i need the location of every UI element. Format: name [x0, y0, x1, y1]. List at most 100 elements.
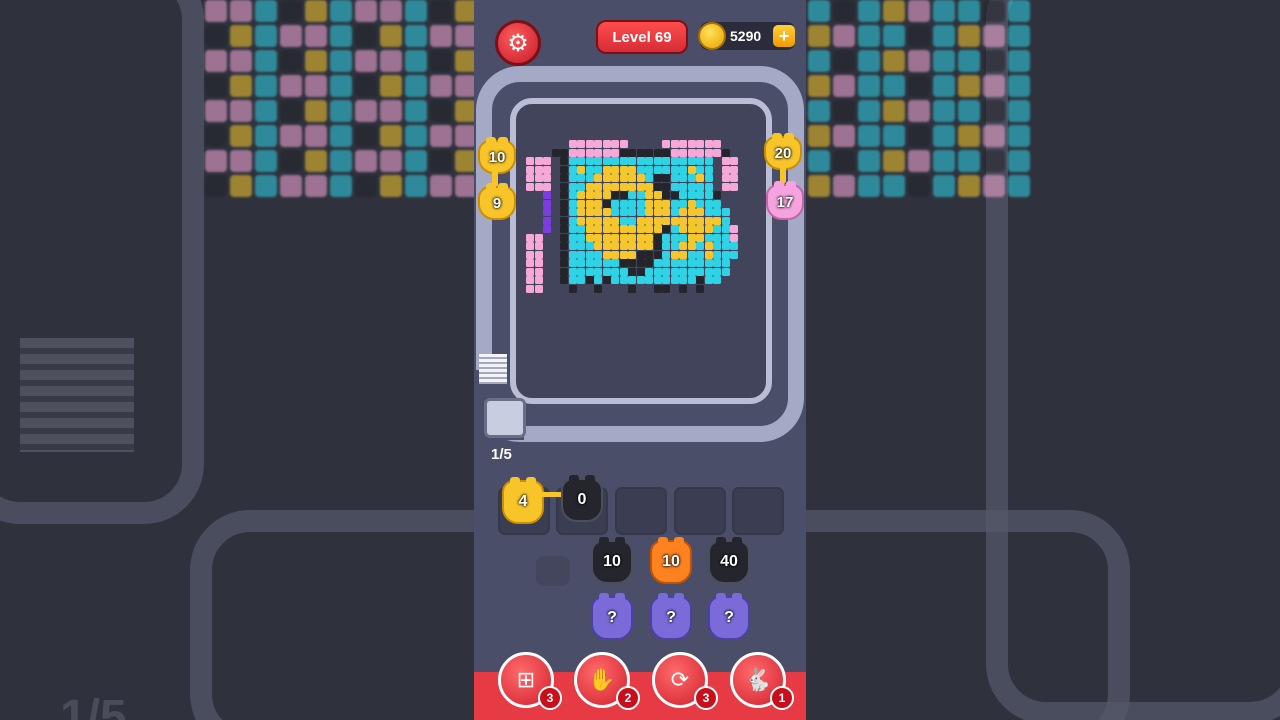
pixel-block [602, 182, 611, 191]
background-block [255, 75, 277, 97]
background-block [1008, 75, 1030, 97]
pixel-block [611, 208, 619, 216]
background-block [833, 175, 855, 197]
pixel-block [619, 242, 628, 250]
pixel-block [687, 191, 696, 199]
pixel-block [543, 216, 551, 225]
background-block [305, 150, 327, 172]
waiting-pig-3[interactable]: 40 [708, 537, 750, 584]
empty-queue-spot [536, 556, 570, 586]
pixel-block [730, 191, 738, 199]
pixel-block [526, 157, 534, 165]
pixel-block [713, 216, 721, 225]
active-pig-yellow[interactable]: 4 [502, 477, 544, 524]
pixel-block [679, 165, 687, 174]
pixel-block [687, 225, 696, 233]
pixel-block [713, 242, 721, 250]
pixel-block [730, 268, 738, 276]
background-block [405, 50, 427, 72]
background-block [405, 100, 427, 122]
pixel-block [577, 174, 585, 182]
background-block [430, 25, 452, 47]
waiting-pig-2[interactable]: 10 [650, 537, 692, 584]
pixel-block [670, 191, 679, 199]
background-block [230, 0, 252, 22]
pixel-block [721, 182, 730, 191]
background-block [958, 150, 980, 172]
pixel-block [602, 225, 611, 233]
background-block [983, 100, 1005, 122]
pixel-block [585, 199, 594, 208]
background-block [430, 100, 452, 122]
pixel-block [535, 225, 543, 233]
pixel-block [662, 199, 670, 208]
pixel-block [670, 199, 679, 208]
add-coins-button[interactable]: + [773, 25, 795, 47]
pig-value: 20 [774, 144, 792, 162]
pixel-block [696, 182, 704, 191]
pixel-block [687, 182, 696, 191]
background-block [808, 150, 830, 172]
pixel-block [670, 259, 679, 267]
background-block [983, 25, 1005, 47]
pixel-block [543, 259, 551, 267]
pixel-block [645, 148, 653, 157]
pixel-block [645, 199, 653, 208]
pixel-block [602, 199, 611, 208]
pixel-block [713, 267, 721, 276]
pixel-block [653, 267, 662, 276]
pixel-block [611, 250, 619, 259]
settings-button[interactable]: ⚙ [495, 20, 541, 66]
pixel-block [722, 140, 730, 148]
pixel-block [628, 242, 636, 250]
background-block [330, 50, 352, 72]
pixel-block [696, 208, 704, 216]
pixel-block [662, 148, 670, 157]
pixel-block [696, 165, 704, 174]
waiting-pig-1[interactable]: 10 [591, 537, 633, 584]
active-pig-black[interactable]: 0 [561, 475, 603, 522]
pixel-block [713, 285, 721, 293]
pixel-block [653, 191, 662, 199]
background-track-lower-right [806, 510, 1130, 720]
background-block [280, 150, 302, 172]
pig-value: 40 [720, 553, 738, 570]
pixel-block [679, 242, 687, 250]
pixel-block [670, 250, 679, 259]
pixel-block [619, 250, 628, 259]
pixel-block [645, 165, 653, 174]
background-block [330, 150, 352, 172]
background-counter-text: 1/5 [60, 691, 127, 720]
pig-value: 17 [776, 193, 794, 211]
pixel-block [636, 233, 645, 242]
pixel-block [602, 174, 611, 182]
background-block [933, 25, 955, 47]
pixel-block [670, 233, 679, 242]
pixel-block [628, 165, 636, 174]
pixel-block [705, 285, 713, 293]
pixel-block [594, 233, 602, 242]
pixel-block [534, 174, 543, 182]
pixel-block [585, 216, 594, 225]
background-block [858, 125, 880, 147]
pixel-block [730, 259, 738, 267]
background-block [205, 150, 227, 172]
pixel-block [679, 191, 687, 199]
rabbit-icon: 🐇 [744, 667, 772, 692]
background-block [255, 150, 277, 172]
background-block [883, 75, 905, 97]
pixel-block [722, 276, 730, 284]
pixel-block [602, 165, 611, 174]
pixel-block [620, 285, 628, 293]
background-block [883, 25, 905, 47]
pixel-block [696, 284, 704, 293]
pixel-block [722, 191, 730, 199]
background-block [330, 175, 352, 197]
background-block [280, 175, 302, 197]
add-slot-icon: ⊞ [516, 667, 536, 692]
pixel-block [577, 191, 585, 199]
pixel-block [670, 267, 679, 276]
pixel-block [526, 250, 534, 259]
conveyor-pig-pink: 17 [766, 181, 804, 220]
pixel-block [577, 225, 585, 233]
